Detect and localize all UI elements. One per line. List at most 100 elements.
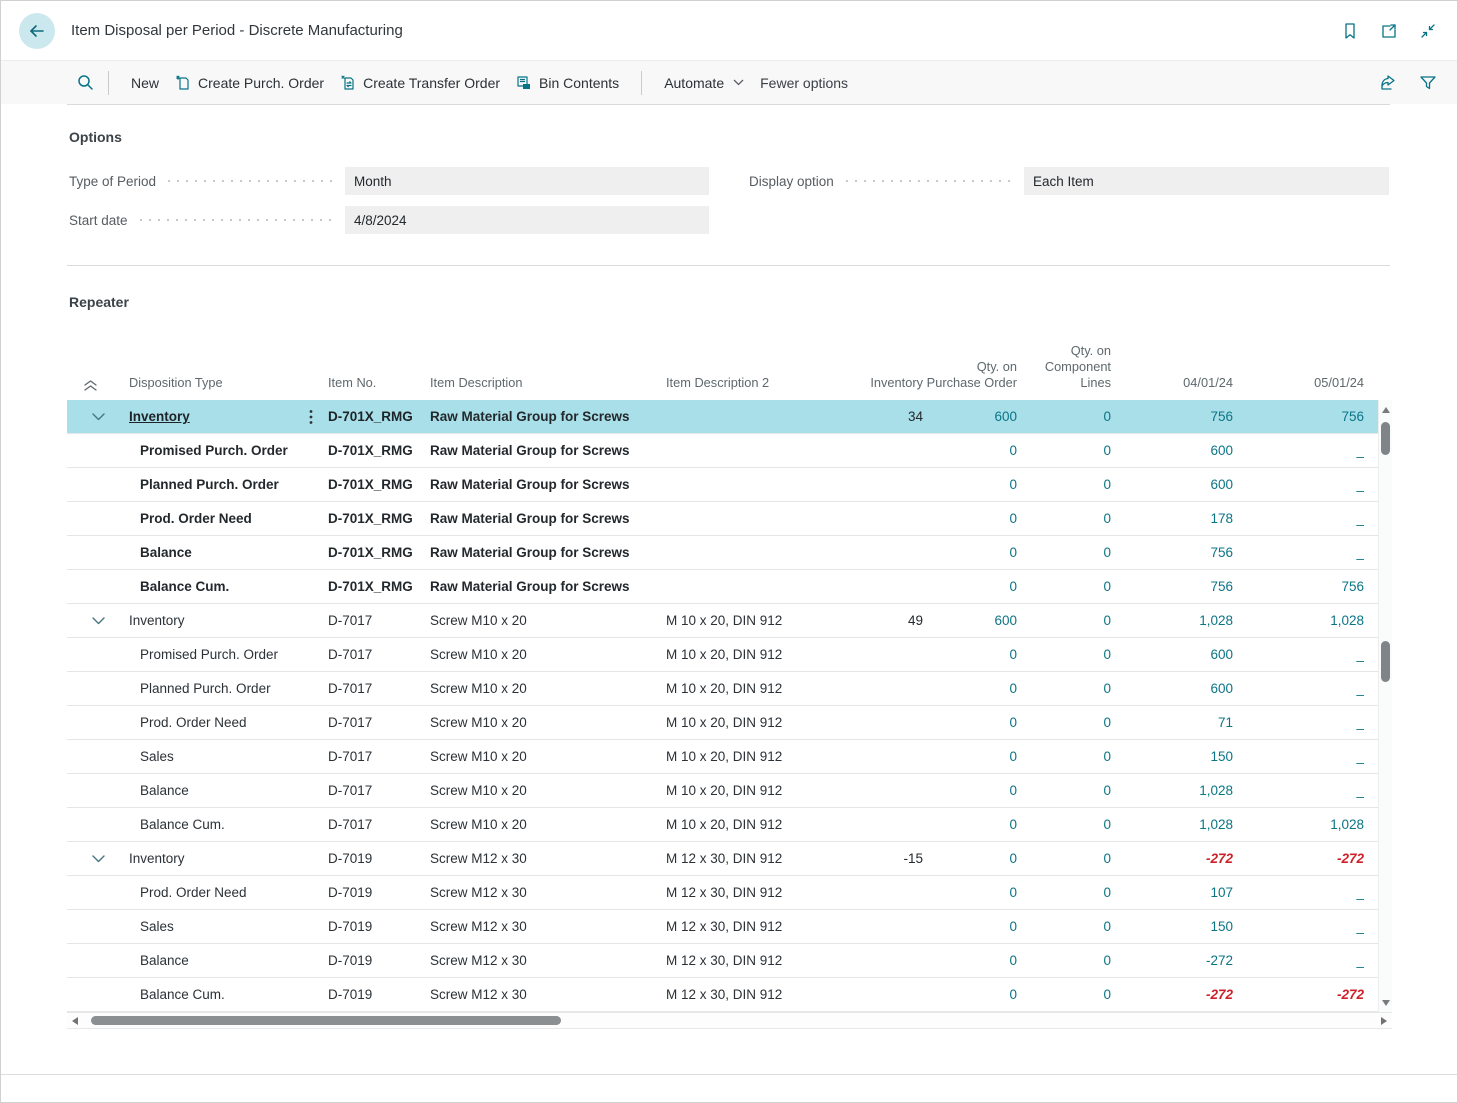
- cell-item-description[interactable]: Raw Material Group for Screws: [427, 579, 663, 594]
- cell-item-description-2[interactable]: M 10 x 20, DIN 912: [663, 817, 861, 832]
- cell-disposition-type[interactable]: Prod. Order Need: [111, 885, 319, 900]
- cell-item-description[interactable]: Screw M10 x 20: [427, 817, 663, 832]
- cell-qty-on-purchase-order[interactable]: 0: [923, 681, 1017, 696]
- cell-item-description[interactable]: Screw M10 x 20: [427, 681, 663, 696]
- cell-disposition-type[interactable]: Promised Purch. Order: [111, 647, 319, 662]
- cell-item-description[interactable]: Screw M10 x 20: [427, 783, 663, 798]
- cell-item-description[interactable]: Screw M12 x 30: [427, 953, 663, 968]
- cell-qty-on-component-lines[interactable]: 0: [1017, 681, 1111, 696]
- cell-qty-on-component-lines[interactable]: 0: [1017, 715, 1111, 730]
- table-row[interactable]: Balance D-7017 Screw M10 x 20 M 10 x 20,…: [67, 774, 1378, 808]
- cell-disposition-type[interactable]: Balance: [111, 953, 319, 968]
- cell-04-01-24[interactable]: -272: [1111, 953, 1233, 968]
- share-icon[interactable]: [1379, 74, 1397, 92]
- cell-inventory[interactable]: 49: [861, 613, 923, 628]
- cell-item-description-2[interactable]: M 12 x 30, DIN 912: [663, 953, 861, 968]
- vertical-scroll-thumb[interactable]: [1381, 641, 1390, 682]
- cell-qty-on-component-lines[interactable]: 0: [1017, 783, 1111, 798]
- cell-04-01-24[interactable]: -272: [1111, 987, 1233, 1002]
- cell-item-description-2[interactable]: M 12 x 30, DIN 912: [663, 919, 861, 934]
- create-purch-order-button[interactable]: Create Purch. Order: [167, 71, 332, 95]
- row-menu-icon[interactable]: [309, 409, 319, 425]
- bookmark-icon[interactable]: [1341, 22, 1359, 40]
- cell-item-no[interactable]: D-7017: [319, 783, 427, 798]
- column-header-item-description-2[interactable]: Item Description 2: [663, 375, 861, 400]
- cell-disposition-type[interactable]: Planned Purch. Order: [111, 477, 319, 492]
- back-button[interactable]: [19, 13, 55, 49]
- cell-qty-on-component-lines[interactable]: 0: [1017, 953, 1111, 968]
- display-option-input[interactable]: Each Item: [1024, 167, 1389, 195]
- cell-qty-on-component-lines[interactable]: 0: [1017, 443, 1111, 458]
- expand-chevron-icon[interactable]: [92, 413, 105, 421]
- cell-qty-on-purchase-order[interactable]: 0: [923, 545, 1017, 560]
- cell-04-01-24[interactable]: 756: [1111, 579, 1233, 594]
- scroll-down-arrow[interactable]: [1382, 1000, 1390, 1006]
- cell-item-description[interactable]: Raw Material Group for Screws: [427, 477, 663, 492]
- cell-04-01-24[interactable]: 600: [1111, 443, 1233, 458]
- cell-item-description-2[interactable]: M 10 x 20, DIN 912: [663, 681, 861, 696]
- cell-04-01-24[interactable]: 71: [1111, 715, 1233, 730]
- cell-qty-on-purchase-order[interactable]: 0: [923, 953, 1017, 968]
- table-row[interactable]: Prod. Order Need D-701X_RMG Raw Material…: [67, 502, 1378, 536]
- cell-item-no[interactable]: D-7019: [319, 987, 427, 1002]
- cell-qty-on-purchase-order[interactable]: 600: [923, 613, 1017, 628]
- cell-qty-on-purchase-order[interactable]: 0: [923, 987, 1017, 1002]
- cell-04-01-24[interactable]: 1,028: [1111, 817, 1233, 832]
- cell-item-no[interactable]: D-701X_RMG: [319, 511, 427, 526]
- column-header-qty-on-component-lines[interactable]: Qty. on Component Lines: [1017, 343, 1111, 400]
- table-row[interactable]: Inventory D-7017 Screw M10 x 20 M 10 x 2…: [67, 604, 1378, 638]
- cell-item-no[interactable]: D-701X_RMG: [319, 443, 427, 458]
- cell-05-01-24[interactable]: _: [1233, 477, 1364, 492]
- cell-item-no[interactable]: D-7017: [319, 613, 427, 628]
- cell-qty-on-component-lines[interactable]: 0: [1017, 613, 1111, 628]
- collapse-all-rows-button[interactable]: [67, 378, 111, 400]
- cell-disposition-type[interactable]: Balance: [111, 783, 319, 798]
- cell-qty-on-component-lines[interactable]: 0: [1017, 987, 1111, 1002]
- cell-04-01-24[interactable]: -272: [1111, 851, 1233, 866]
- cell-item-description[interactable]: Screw M10 x 20: [427, 647, 663, 662]
- cell-04-01-24[interactable]: 600: [1111, 681, 1233, 696]
- cell-04-01-24[interactable]: 1,028: [1111, 783, 1233, 798]
- scroll-up-arrow[interactable]: [1382, 407, 1390, 413]
- cell-item-description[interactable]: Screw M12 x 30: [427, 851, 663, 866]
- cell-item-description-2[interactable]: M 12 x 30, DIN 912: [663, 987, 861, 1002]
- table-row[interactable]: Balance Cum. D-701X_RMG Raw Material Gro…: [67, 570, 1378, 604]
- cell-qty-on-purchase-order[interactable]: 0: [923, 885, 1017, 900]
- cell-item-no[interactable]: D-7019: [319, 919, 427, 934]
- column-header-qty-on-purchase-order[interactable]: Qty. on Purchase Order: [923, 359, 1017, 400]
- table-row[interactable]: Balance D-701X_RMG Raw Material Group fo…: [67, 536, 1378, 570]
- new-button[interactable]: New: [123, 71, 167, 95]
- cell-qty-on-purchase-order[interactable]: 0: [923, 749, 1017, 764]
- cell-05-01-24[interactable]: _: [1233, 715, 1364, 730]
- cell-04-01-24[interactable]: 150: [1111, 919, 1233, 934]
- cell-disposition-type[interactable]: Inventory: [111, 409, 319, 425]
- cell-item-no[interactable]: D-701X_RMG: [319, 579, 427, 594]
- cell-05-01-24[interactable]: _: [1233, 443, 1364, 458]
- cell-item-description[interactable]: Raw Material Group for Screws: [427, 409, 663, 424]
- table-row[interactable]: Planned Purch. Order D-7017 Screw M10 x …: [67, 672, 1378, 706]
- table-row[interactable]: Inventory D-7019 Screw M12 x 30 M 12 x 3…: [67, 842, 1378, 876]
- table-row[interactable]: Promised Purch. Order D-7017 Screw M10 x…: [67, 638, 1378, 672]
- cell-item-description-2[interactable]: M 10 x 20, DIN 912: [663, 749, 861, 764]
- cell-item-description-2[interactable]: M 12 x 30, DIN 912: [663, 885, 861, 900]
- cell-item-no[interactable]: D-7017: [319, 681, 427, 696]
- cell-item-no[interactable]: D-7017: [319, 817, 427, 832]
- column-header-item-description[interactable]: Item Description: [427, 375, 663, 400]
- expand-chevron-icon[interactable]: [92, 855, 105, 863]
- collapse-window-icon[interactable]: [1419, 22, 1437, 40]
- cell-disposition-type[interactable]: Promised Purch. Order: [111, 443, 319, 458]
- cell-05-01-24[interactable]: _: [1233, 919, 1364, 934]
- table-row[interactable]: Planned Purch. Order D-701X_RMG Raw Mate…: [67, 468, 1378, 502]
- scroll-left-arrow[interactable]: [72, 1017, 78, 1025]
- cell-04-01-24[interactable]: 178: [1111, 511, 1233, 526]
- cell-item-description[interactable]: Screw M10 x 20: [427, 749, 663, 764]
- cell-item-no[interactable]: D-701X_RMG: [319, 477, 427, 492]
- table-row[interactable]: Prod. Order Need D-7017 Screw M10 x 20 M…: [67, 706, 1378, 740]
- vertical-scrollbar[interactable]: [1378, 400, 1392, 1013]
- cell-item-description[interactable]: Screw M10 x 20: [427, 613, 663, 628]
- cell-qty-on-component-lines[interactable]: 0: [1017, 579, 1111, 594]
- cell-05-01-24[interactable]: _: [1233, 681, 1364, 696]
- cell-disposition-type[interactable]: Planned Purch. Order: [111, 681, 319, 696]
- cell-item-description[interactable]: Screw M12 x 30: [427, 919, 663, 934]
- cell-disposition-type[interactable]: Sales: [111, 749, 319, 764]
